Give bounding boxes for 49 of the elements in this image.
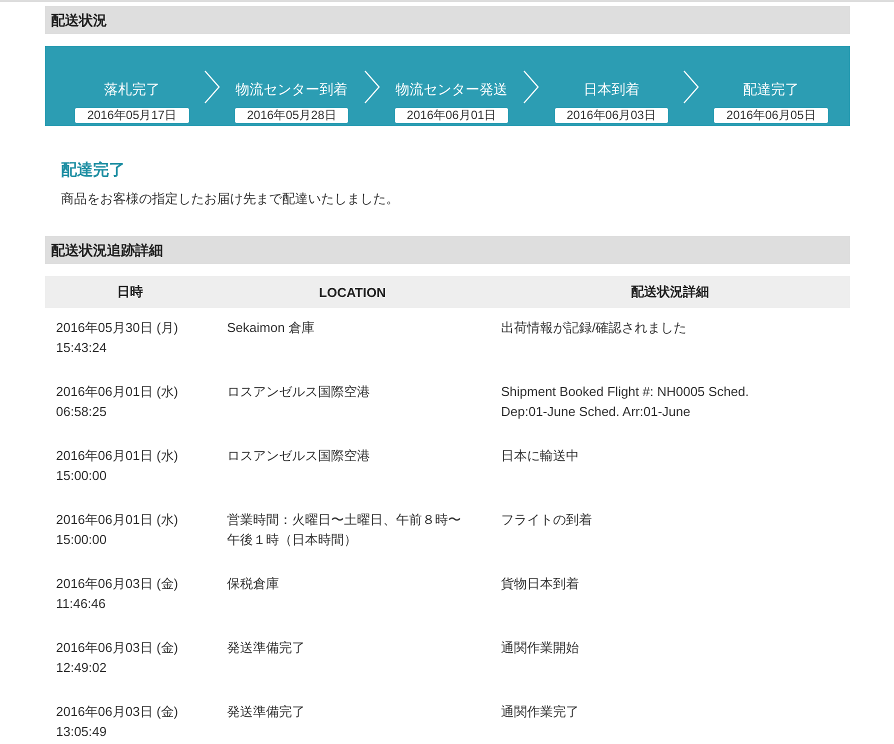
step-date: 2016年06月01日 [394, 108, 508, 123]
detail-cell-text: 通関作業開始 [501, 639, 580, 657]
column-header: LOCATION [318, 284, 387, 300]
time-cell-text: 15:00:00 [56, 467, 108, 485]
step-label: 落札完了 [104, 81, 160, 99]
column-header: 日時 [116, 283, 144, 301]
status-title: 配達完了 [61, 160, 126, 181]
status-message: 商品をお客様の指定したお届け先まで配達いたしました。 [61, 190, 400, 208]
time-cell-text: 15:43:24 [56, 339, 108, 357]
chevron-icon [522, 68, 540, 104]
step-label: 物流センター到着 [236, 81, 348, 99]
location-cell-text: 発送準備完了 [227, 639, 306, 657]
chevron-icon [682, 68, 700, 104]
detail-cell-text: 日本に輸送中 [501, 447, 580, 465]
time-cell-text: 15:00:00 [56, 531, 108, 549]
location-cell-text: 営業時間：火曜日〜土曜日、午前８時〜午後１時（日本時間） [227, 511, 462, 549]
date-cell-text: 2016年06月01日 (水) [56, 511, 180, 529]
location-cell-text: 発送準備完了 [227, 703, 306, 721]
date-cell-text: 2016年06月01日 (水) [56, 447, 180, 465]
date-cell-text: 2016年06月03日 (金) [56, 703, 180, 721]
detail-cell-text: 出荷情報が記録/確認されました [501, 319, 688, 337]
date-cell-text: 2016年06月03日 (金) [56, 639, 180, 657]
chevron-icon [362, 68, 381, 104]
detail-cell-text: 通関作業完了 [501, 703, 580, 721]
location-cell-text: Sekaimon 倉庫 [227, 319, 316, 337]
detail-cell-text: 貨物日本到着 [501, 575, 580, 593]
column-header: 配送状況詳細 [630, 283, 710, 301]
detail-cell-text: Shipment Booked Flight #: NH0005 Sched. Dep:01-June Sched. Arr:01-June [501, 383, 750, 421]
location-cell-text: ロスアンゼルス国際空港 [227, 383, 371, 401]
time-cell-text: 06:58:25 [56, 403, 108, 421]
date-cell-text: 2016年06月01日 (水) [56, 383, 180, 401]
time-cell-text: 13:05:49 [56, 723, 108, 741]
date-cell-text: 2016年06月03日 (金) [56, 575, 180, 593]
location-cell-text: 保税倉庫 [227, 575, 280, 593]
step-date: 2016年06月05日 [714, 108, 828, 123]
section-header: 配送状況 [45, 6, 850, 34]
step-label: 日本到着 [583, 81, 640, 99]
section-header: 配送状況追跡詳細 [45, 236, 850, 264]
location-cell-text: ロスアンゼルス国際空港 [227, 447, 371, 465]
time-cell-text: 11:46:46 [56, 595, 107, 613]
step-label: 配達完了 [743, 81, 800, 99]
time-cell-text: 12:49:02 [56, 659, 108, 677]
step-date: 2016年06月03日 [554, 108, 668, 123]
step-date: 2016年05月28日 [235, 108, 348, 123]
date-cell-text: 2016年05月30日 (月) [56, 319, 180, 337]
chevron-icon [202, 68, 221, 104]
detail-cell-text: フライトの到着 [501, 511, 593, 529]
step-date: 2016年05月17日 [75, 108, 189, 123]
step-label: 物流センター発送 [395, 81, 508, 99]
